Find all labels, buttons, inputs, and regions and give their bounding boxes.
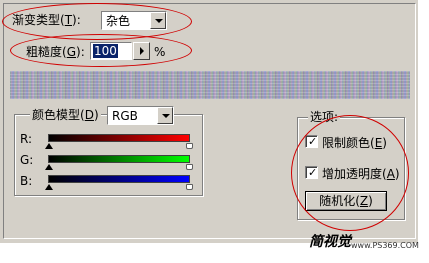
annotation-ellipse-roughness: [10, 34, 192, 67]
channel-b-max-handle[interactable]: [186, 184, 193, 190]
chevron-down-icon[interactable]: [157, 107, 173, 124]
channel-r-max-handle[interactable]: [186, 143, 193, 149]
channel-r-slider[interactable]: [48, 134, 190, 142]
channel-g-label: G:: [20, 153, 34, 167]
watermark-logo: 简视觉: [309, 234, 351, 250]
color-model-value: RGB: [112, 109, 138, 123]
channel-b-min-handle[interactable]: [45, 184, 53, 190]
channel-g-slider[interactable]: [48, 155, 190, 163]
gradient-preview: [10, 71, 410, 99]
channel-b-slider[interactable]: [48, 175, 190, 183]
channel-g-min-handle[interactable]: [45, 164, 53, 170]
color-model-label: 颜色模型(D): [30, 108, 101, 122]
color-model-select[interactable]: RGB: [107, 106, 174, 125]
channel-r-min-handle[interactable]: [45, 143, 53, 149]
channel-r-label: R:: [20, 132, 33, 146]
annotation-ellipse-options: [291, 115, 409, 231]
channel-g-max-handle[interactable]: [186, 164, 193, 170]
channel-b-label: B:: [20, 174, 33, 188]
watermark-url: www.PS369.COM: [351, 241, 419, 250]
